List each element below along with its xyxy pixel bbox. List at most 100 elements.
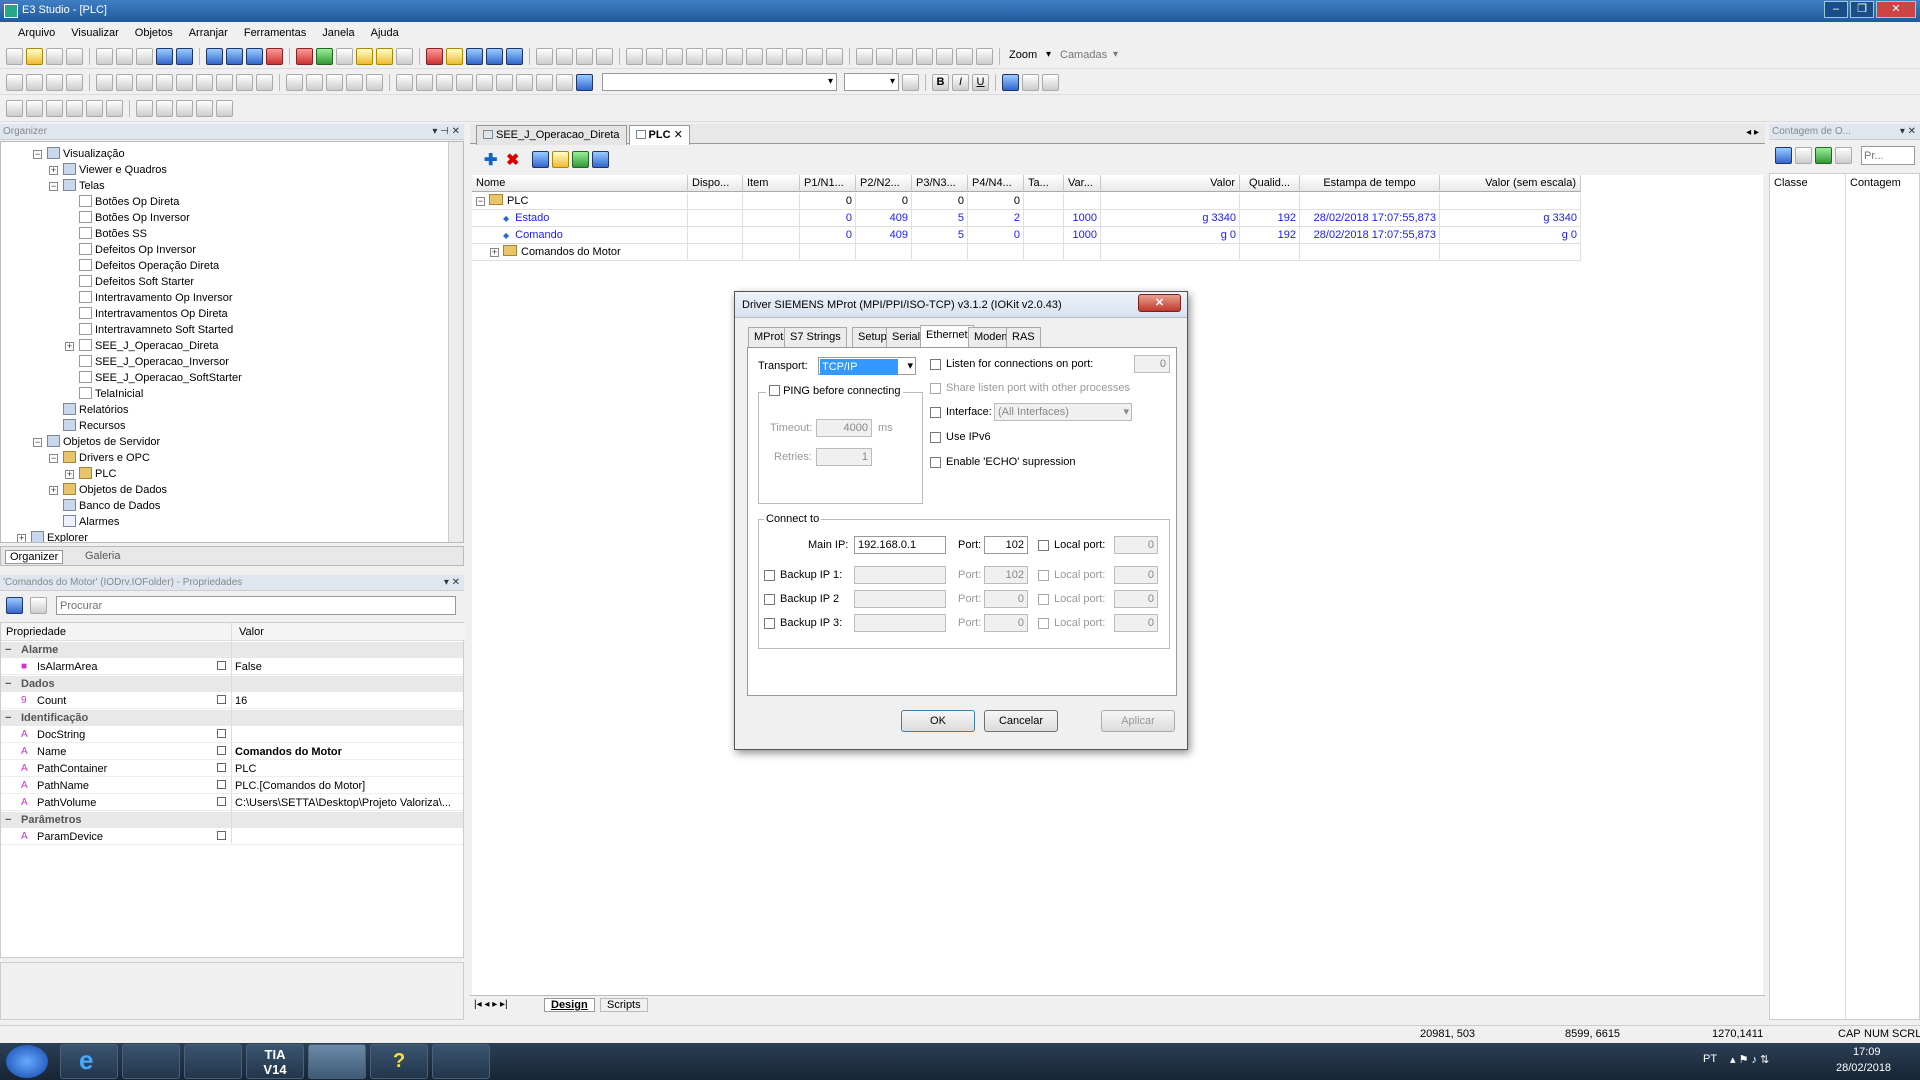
menu-visualizar[interactable]: Visualizar [63, 27, 127, 39]
retries-field[interactable]: 1 [816, 448, 872, 466]
space-v-icon[interactable] [476, 73, 493, 91]
text-align-center-icon[interactable] [1022, 73, 1039, 91]
align-icon[interactable] [936, 47, 953, 65]
bind-indicator-icon[interactable] [217, 797, 226, 806]
tree-expander[interactable]: + [65, 342, 74, 351]
warning-icon[interactable] [356, 47, 373, 65]
apply-button[interactable]: Aplicar [1101, 710, 1175, 732]
bind-indicator-icon[interactable] [217, 746, 226, 755]
snap-grid-icon[interactable] [576, 73, 593, 91]
line-color-icon[interactable] [46, 100, 63, 117]
open-icon[interactable] [26, 47, 43, 65]
center-h-icon[interactable] [496, 73, 513, 91]
property-value[interactable]: False [235, 660, 262, 674]
tab-organizer[interactable]: Organizer [5, 550, 64, 564]
bind-indicator-icon[interactable] [217, 729, 226, 738]
refresh-icon[interactable] [576, 47, 593, 65]
center-v-icon[interactable] [516, 73, 533, 91]
copy-icon[interactable] [116, 47, 133, 65]
grid-cell[interactable] [743, 210, 800, 227]
library-icon[interactable] [446, 47, 463, 65]
tree-item[interactable]: Defeitos Operação Direta [79, 259, 219, 274]
align-lefts-icon[interactable] [286, 73, 303, 91]
grid-cell[interactable]: g 3340 [1440, 210, 1581, 227]
line-width-icon[interactable] [86, 100, 103, 117]
backup-port-field[interactable]: 0 [984, 590, 1028, 608]
taskbar-e3-icon[interactable] [308, 1044, 366, 1079]
sort-az-icon[interactable] [30, 597, 47, 614]
category-collapse-icon[interactable]: − [5, 677, 11, 691]
radio-tool-icon[interactable] [116, 73, 133, 91]
menu-ajuda[interactable]: Ajuda [363, 27, 407, 39]
dialog-tab[interactable]: S7 Strings [784, 327, 847, 347]
3d-effect-icon[interactable] [156, 100, 173, 117]
erase-icon[interactable] [596, 47, 613, 65]
window-icon[interactable] [486, 47, 503, 65]
grid-cell[interactable]: 5 [912, 227, 968, 244]
taskbar-help-icon[interactable]: ? [370, 1044, 428, 1079]
align-centers-icon[interactable] [306, 73, 323, 91]
text-align-left-icon[interactable] [1002, 73, 1019, 91]
tree-item[interactable]: Banco de Dados [63, 499, 160, 514]
sort-icon[interactable] [1795, 147, 1812, 164]
main-local-checkbox[interactable] [1038, 540, 1049, 551]
tree-item[interactable]: Explorer [31, 531, 88, 542]
config-icon[interactable] [592, 151, 609, 168]
grid-cell[interactable]: g 0 [1101, 227, 1240, 244]
menu-objetos[interactable]: Objetos [127, 27, 181, 39]
grid-cell[interactable] [1024, 244, 1064, 261]
grid-cell[interactable] [800, 244, 856, 261]
paste-icon[interactable] [136, 47, 153, 65]
property-value[interactable]: PLC [235, 762, 256, 776]
tree-item[interactable]: Defeitos Op Inversor [79, 243, 196, 258]
play-icon[interactable] [316, 47, 333, 65]
grid-cell[interactable] [743, 244, 800, 261]
grid-cell[interactable]: g 3340 [1101, 210, 1240, 227]
tab-gallery[interactable]: Galeria [81, 550, 124, 562]
category-collapse-icon[interactable]: − [5, 643, 11, 657]
backup-local-field[interactable]: 0 [1114, 614, 1158, 632]
curve-icon[interactable] [766, 47, 783, 65]
grid-column-header[interactable]: Var... [1064, 175, 1101, 192]
tree-expander[interactable]: + [49, 486, 58, 495]
tree-expander[interactable]: + [49, 166, 58, 175]
grid-cell[interactable]: 409 [856, 210, 912, 227]
grid-cell[interactable] [1440, 193, 1581, 210]
bind-indicator-icon[interactable] [217, 780, 226, 789]
distribute-icon[interactable] [956, 47, 973, 65]
flip-v-icon[interactable] [556, 73, 573, 91]
tree-item[interactable]: Botões SS [79, 227, 147, 242]
tree-item[interactable]: Botões Op Direta [79, 195, 179, 210]
properties-icon[interactable] [532, 151, 549, 168]
redo-icon[interactable] [176, 47, 193, 65]
grid-cell[interactable] [1101, 244, 1240, 261]
property-row[interactable]: A PathContainer PLC [1, 761, 463, 777]
pointer-icon[interactable] [536, 47, 553, 65]
align-bottoms-icon[interactable] [366, 73, 383, 91]
align-center-icon[interactable] [26, 73, 43, 91]
tree-expander[interactable]: − [49, 454, 58, 463]
backup-ip-field[interactable] [854, 590, 946, 608]
tree-item[interactable]: SEE_J_Operacao_Direta [79, 339, 219, 354]
text-align-right-icon[interactable] [1042, 73, 1059, 91]
tree-item[interactable]: Objetos de Dados [63, 483, 167, 498]
effect-icon[interactable] [196, 100, 213, 117]
ping-checkbox[interactable] [769, 385, 780, 396]
tree-item[interactable]: SEE_J_Operacao_Inversor [79, 355, 229, 370]
menu-ferramentas[interactable]: Ferramentas [236, 27, 314, 39]
group-icon[interactable] [896, 47, 913, 65]
shadow-icon[interactable] [136, 100, 153, 117]
ok-button[interactable]: OK [901, 710, 975, 732]
listen-port-field[interactable]: 0 [1134, 355, 1170, 373]
design-icon[interactable] [206, 47, 223, 65]
underline-icon[interactable]: U [972, 73, 989, 91]
frame-icon[interactable] [246, 47, 263, 65]
tool-icon[interactable] [66, 73, 83, 91]
replace-icon[interactable] [396, 47, 413, 65]
arc-icon[interactable] [706, 47, 723, 65]
taskbar-ie-icon[interactable]: e [60, 1044, 118, 1079]
zoom-dropdown[interactable]: Zoom [1006, 47, 1054, 65]
grid-cell[interactable]: ◆ Estado [472, 210, 688, 227]
taskbar-explorer-icon[interactable] [122, 1044, 180, 1079]
bind-indicator-icon[interactable] [217, 661, 226, 670]
